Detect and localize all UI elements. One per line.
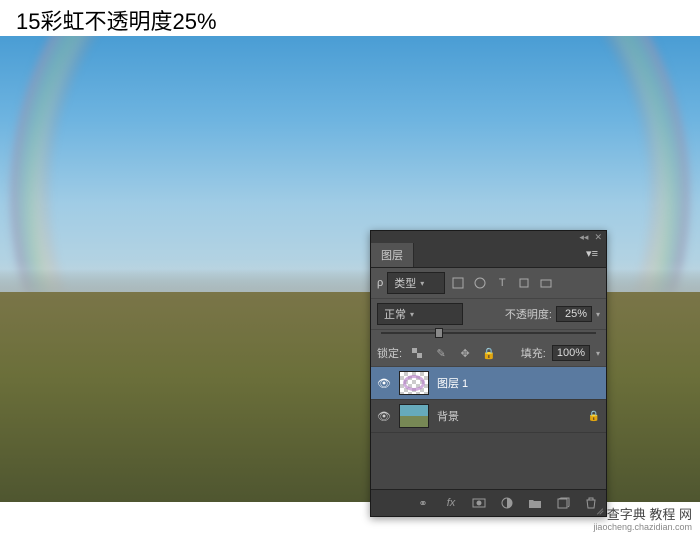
fill-label: 填充: — [521, 345, 546, 361]
layers-list: 👁 图层 1 👁 背景 🔒 — [371, 367, 606, 489]
chevron-down-icon[interactable]: ▾ — [596, 349, 600, 358]
filter-type-dropdown[interactable]: 类型 ▾ — [387, 272, 445, 294]
visibility-icon[interactable]: 👁 — [377, 410, 391, 423]
resize-handle[interactable] — [594, 504, 604, 514]
layer-filter-row: ρ 类型 ▾ T — [371, 268, 606, 299]
panel-footer: ⚭ fx — [371, 489, 606, 516]
chevron-down-icon[interactable]: ▾ — [596, 310, 600, 319]
layer-group-icon[interactable] — [526, 494, 544, 512]
blend-mode-value: 正常 — [384, 306, 406, 322]
lock-all-icon[interactable]: 🔒 — [480, 344, 498, 362]
collapse-icon[interactable]: ◂◂ — [579, 232, 588, 243]
blend-opacity-row: 正常 ▾ 不透明度: 25% ▾ — [371, 299, 606, 330]
opacity-label: 不透明度: — [505, 306, 552, 322]
layer-name[interactable]: 背景 — [437, 408, 580, 424]
watermark-main: 查字典 教程 网 — [593, 507, 692, 523]
tab-layers[interactable]: 图层 — [371, 243, 414, 267]
layers-empty-area — [371, 433, 606, 489]
layer-fx-icon[interactable]: fx — [442, 494, 460, 512]
filter-pixel-icon[interactable] — [449, 274, 467, 292]
blend-mode-dropdown[interactable]: 正常 ▾ — [377, 303, 463, 325]
panel-menu-icon[interactable]: ▾≡ — [578, 243, 606, 267]
layer-thumbnail[interactable] — [399, 371, 429, 395]
lock-icon: 🔒 — [588, 411, 600, 422]
close-icon[interactable]: ✕ — [594, 232, 602, 243]
adjustment-layer-icon[interactable] — [498, 494, 516, 512]
lock-fill-row: 锁定: ✎ ✥ 🔒 填充: 100% ▾ — [371, 340, 606, 367]
panel-chrome: ◂◂ ✕ — [371, 231, 606, 243]
filter-shape-icon[interactable] — [515, 274, 533, 292]
opacity-value[interactable]: 25% — [556, 306, 592, 322]
lock-position-icon[interactable]: ✥ — [456, 344, 474, 362]
lock-pixels-icon[interactable]: ✎ — [432, 344, 450, 362]
lock-transparency-icon[interactable] — [408, 344, 426, 362]
layer-row[interactable]: 👁 图层 1 — [371, 367, 606, 400]
lock-label: 锁定: — [377, 345, 402, 361]
filter-adjust-icon[interactable] — [471, 274, 489, 292]
layer-mask-icon[interactable] — [470, 494, 488, 512]
filter-type-label: 类型 — [394, 275, 416, 291]
layer-thumbnail[interactable] — [399, 404, 429, 428]
search-icon[interactable]: ρ — [377, 277, 383, 289]
watermark-sub: jiaocheng.chazidian.com — [593, 522, 692, 533]
layer-name[interactable]: 图层 1 — [437, 375, 600, 391]
layers-panel: ◂◂ ✕ 图层 ▾≡ ρ 类型 ▾ T 正常 ▾ 不透明度: 25% ▾ 锁 — [370, 230, 607, 517]
fill-value[interactable]: 100% — [552, 345, 590, 361]
link-layers-icon[interactable]: ⚭ — [414, 494, 432, 512]
opacity-slider-row — [371, 330, 606, 340]
visibility-icon[interactable]: 👁 — [377, 377, 391, 390]
filter-type-icon[interactable]: T — [493, 274, 511, 292]
new-layer-icon[interactable] — [554, 494, 572, 512]
filter-smart-icon[interactable] — [537, 274, 555, 292]
chevron-down-icon: ▾ — [410, 310, 414, 319]
chevron-down-icon: ▾ — [420, 279, 424, 288]
watermark: 查字典 教程 网 jiaocheng.chazidian.com — [593, 507, 692, 533]
opacity-slider[interactable] — [381, 332, 596, 334]
slider-thumb[interactable] — [435, 328, 443, 338]
panel-tabs: 图层 ▾≡ — [371, 243, 606, 268]
layer-row[interactable]: 👁 背景 🔒 — [371, 400, 606, 433]
step-caption: 15彩虹不透明度25% — [16, 4, 217, 36]
